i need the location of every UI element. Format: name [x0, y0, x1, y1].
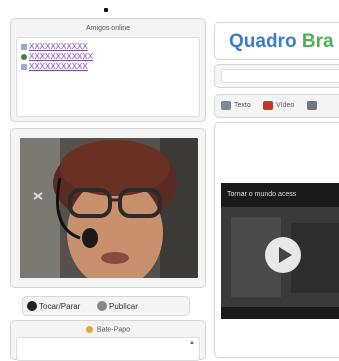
friends-panel: Amigos online XXXXXXXXXXX XXXXXXXXXXXX X… [10, 18, 206, 122]
text-tool-button[interactable]: Texto [221, 101, 251, 110]
friend-name: XXXXXXXXXXXX [29, 52, 94, 61]
chat-scroll-up-icon[interactable]: ▲ [189, 340, 195, 346]
webcam-controls: Tocar/Parar Publicar [22, 296, 190, 316]
board-input[interactable] [221, 69, 339, 83]
webcam-panel [10, 128, 206, 288]
play-icon [27, 301, 37, 311]
board-input-panel [214, 64, 339, 88]
friends-list: XXXXXXXXXXX XXXXXXXXXXXX XXXXXXXXXXX [16, 37, 200, 117]
chat-panel: Bate-Papo ▲ [10, 320, 206, 361]
board-title-part-2: Bra [301, 31, 334, 52]
friend-item[interactable]: XXXXXXXXXXX [21, 62, 88, 71]
play-button[interactable] [265, 237, 301, 273]
board-toolbar: Texto Vídeo [214, 94, 339, 118]
friend-name: XXXXXXXXXXX [29, 42, 88, 51]
status-icon [21, 43, 27, 50]
board-title-part-1: Quadro [229, 31, 302, 52]
text-icon [221, 101, 231, 110]
status-icon [21, 53, 27, 60]
chat-box[interactable] [16, 337, 200, 361]
board-title-panel: Quadro Bra [214, 22, 339, 60]
cursor-mark [104, 8, 108, 12]
play-triangle-icon [279, 247, 292, 263]
image-icon [306, 101, 317, 110]
video-tool-button[interactable]: Vídeo [262, 101, 294, 110]
friends-panel-title: Amigos online [86, 25, 130, 32]
webcam-video[interactable] [20, 138, 198, 278]
video-icon [262, 101, 273, 110]
publish-button[interactable]: Publicar [97, 301, 138, 311]
friend-item[interactable]: XXXXXXXXXXXX [21, 52, 93, 61]
webcam-image [20, 138, 198, 278]
friend-item[interactable]: XXXXXXXXXXX [21, 42, 88, 51]
chat-title: Bate-Papo [11, 326, 205, 333]
board-area: Tornar o mundo acess [214, 122, 339, 358]
status-icon [21, 63, 27, 70]
image-tool-button[interactable] [306, 101, 320, 110]
chat-icon [85, 326, 93, 333]
friend-name: XXXXXXXXXXX [29, 62, 88, 71]
play-stop-button[interactable]: Tocar/Parar [27, 301, 80, 311]
publish-label: Publicar [109, 301, 138, 311]
play-stop-label: Tocar/Parar [39, 301, 81, 311]
publish-icon [97, 301, 107, 311]
embedded-video[interactable]: Tornar o mundo acess [221, 183, 339, 319]
board-title: Quadro Bra [229, 31, 334, 53]
